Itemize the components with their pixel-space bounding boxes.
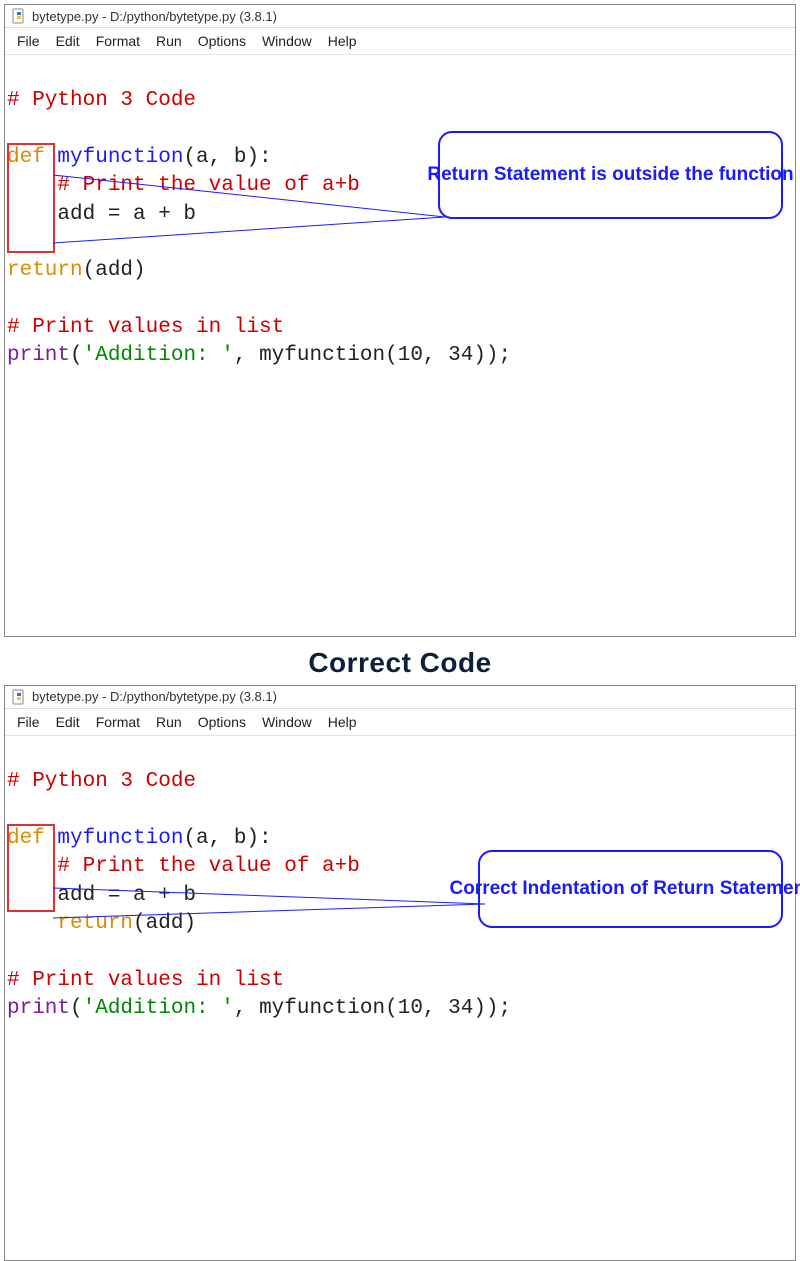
- menu-file[interactable]: File: [9, 31, 48, 51]
- menu-edit[interactable]: Edit: [48, 31, 88, 51]
- menubar: File Edit Format Run Options Window Help: [5, 28, 795, 55]
- section-title: Correct Code: [0, 647, 800, 679]
- code-callname: myfunction: [259, 997, 385, 1020]
- code-builtin-print: print: [7, 997, 70, 1020]
- code-params: (a, b):: [183, 146, 271, 169]
- code-editor-incorrect[interactable]: # Python 3 Code def myfunction(a, b): # …: [5, 55, 795, 636]
- callout-text: Correct Indentation of Return Statement: [449, 876, 800, 902]
- callout-correct: Correct Indentation of Return Statement: [478, 850, 783, 928]
- code-editor-correct[interactable]: # Python 3 Code def myfunction(a, b): # …: [5, 736, 795, 1260]
- code-funcname: myfunction: [45, 146, 184, 169]
- code-line: # Print the value of a+b: [7, 855, 360, 878]
- menu-run[interactable]: Run: [148, 31, 190, 51]
- menu-run[interactable]: Run: [148, 712, 190, 732]
- code-callargs: (10, 34));: [385, 997, 511, 1020]
- menu-options[interactable]: Options: [190, 31, 254, 51]
- code-params: (a, b):: [183, 827, 271, 850]
- python-file-icon: [11, 689, 27, 705]
- menubar: File Edit Format Run Options Window Help: [5, 709, 795, 736]
- code-return-arg: (add): [133, 912, 196, 935]
- menu-window[interactable]: Window: [254, 31, 320, 51]
- callout-text: Return Statement is outside the function: [427, 162, 793, 188]
- code-line: add = a + b: [7, 203, 196, 226]
- code-keyword-return: return: [57, 912, 133, 935]
- menu-file[interactable]: File: [9, 712, 48, 732]
- code-builtin-print: print: [7, 344, 70, 367]
- menu-help[interactable]: Help: [320, 712, 365, 732]
- code-string: 'Addition: ': [83, 344, 234, 367]
- code-line: # Print the value of a+b: [7, 174, 360, 197]
- menu-edit[interactable]: Edit: [48, 712, 88, 732]
- code-line: # Python 3 Code: [7, 770, 196, 793]
- menu-options[interactable]: Options: [190, 712, 254, 732]
- code-line: # Python 3 Code: [7, 89, 196, 112]
- titlebar: bytetype.py - D:/python/bytetype.py (3.8…: [5, 686, 795, 709]
- code-paren: (: [70, 997, 83, 1020]
- python-file-icon: [11, 8, 27, 24]
- code-indent: [7, 912, 57, 935]
- code-callname: myfunction: [259, 344, 385, 367]
- window-title: bytetype.py - D:/python/bytetype.py (3.8…: [32, 9, 277, 24]
- menu-help[interactable]: Help: [320, 31, 365, 51]
- code-funcname: myfunction: [45, 827, 184, 850]
- menu-format[interactable]: Format: [88, 31, 148, 51]
- code-paren: (: [70, 344, 83, 367]
- titlebar: bytetype.py - D:/python/bytetype.py (3.8…: [5, 5, 795, 28]
- code-keyword-def: def: [7, 146, 45, 169]
- window-title: bytetype.py - D:/python/bytetype.py (3.8…: [32, 689, 277, 704]
- code-callargs: (10, 34));: [385, 344, 511, 367]
- idle-window-correct: bytetype.py - D:/python/bytetype.py (3.8…: [4, 685, 796, 1261]
- code-keyword-def: def: [7, 827, 45, 850]
- callout-error: Return Statement is outside the function: [438, 131, 783, 219]
- code-keyword-return: return: [7, 259, 83, 282]
- code-comma: ,: [234, 344, 259, 367]
- menu-format[interactable]: Format: [88, 712, 148, 732]
- code-line: # Print values in list: [7, 969, 284, 992]
- menu-window[interactable]: Window: [254, 712, 320, 732]
- idle-window-incorrect: bytetype.py - D:/python/bytetype.py (3.8…: [4, 4, 796, 637]
- code-line: add = a + b: [7, 884, 196, 907]
- code-comma: ,: [234, 997, 259, 1020]
- code-string: 'Addition: ': [83, 997, 234, 1020]
- code-line: # Print values in list: [7, 316, 284, 339]
- code-return-arg: (add): [83, 259, 146, 282]
